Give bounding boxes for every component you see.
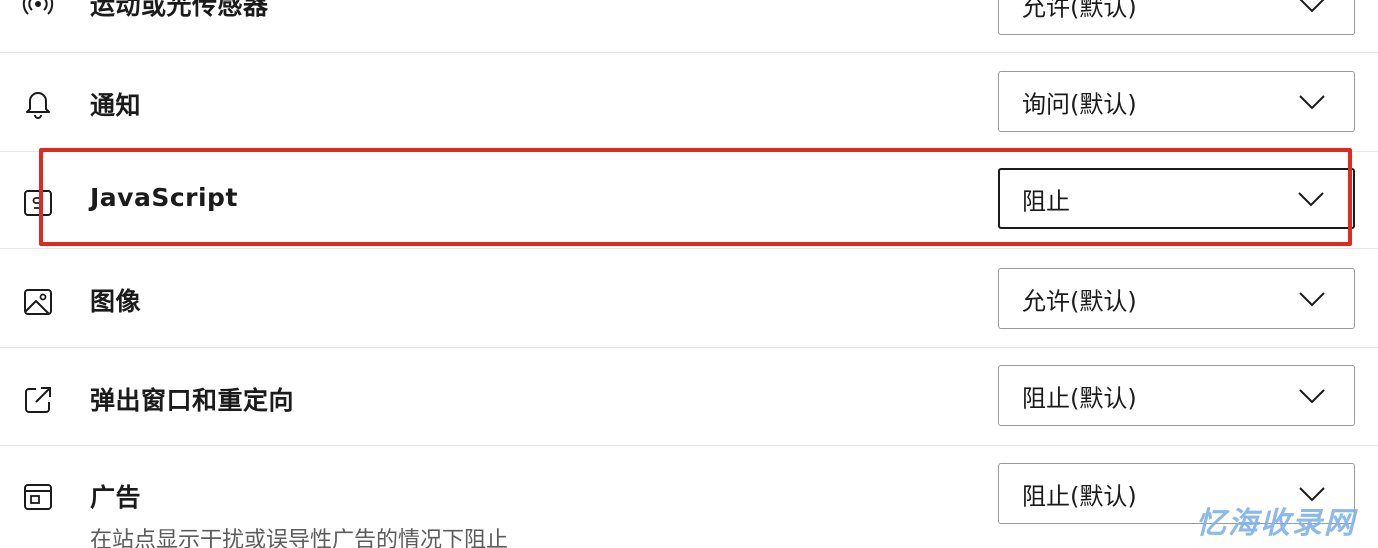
permission-select-images[interactable]: 允许(默认) [998,268,1355,329]
ads-icon [24,484,52,510]
image-icon [24,289,52,315]
permission-label: JavaScript [90,183,238,212]
select-value: 允许(默认) [1022,287,1137,315]
javascript-icon [24,190,52,216]
select-value: 允许(默认) [1022,0,1137,21]
permission-select-popups[interactable]: 阻止(默认) [998,365,1355,426]
permission-label: 广告 [90,483,142,512]
permission-row-javascript: JavaScript 阻止 [0,152,1378,248]
permission-select-javascript[interactable]: 阻止 [998,168,1355,229]
permission-description: 在站点显示干扰或误导性广告的情况下阻止 [90,528,509,548]
watermark-logo: 忆海收录网 [1196,506,1356,541]
permission-label: 图像 [90,287,142,316]
chevron-down-icon [1298,191,1324,206]
permission-label: 通知 [90,91,142,120]
bell-icon [26,92,50,119]
motion-sensor-icon [22,0,54,15]
permission-select-sensors[interactable]: 允许(默认) [998,0,1355,35]
permission-label: 运动或光传感器 [90,0,269,20]
select-value: 阻止 [1022,187,1070,215]
select-value: 阻止(默认) [1022,482,1137,510]
site-permissions-page: 运动或光传感器 允许(默认) 通知 询问(默认) JavaScript 阻止 图… [0,0,1378,548]
permission-row-sensors: 运动或光传感器 允许(默认) [0,0,1378,52]
chevron-down-icon [1299,291,1325,306]
chevron-down-icon [1299,94,1325,109]
select-value: 询问(默认) [1022,90,1137,118]
permission-select-notifications[interactable]: 询问(默认) [998,71,1355,132]
chevron-down-icon [1300,0,1324,12]
permission-row-ads: 广告 在站点显示干扰或误导性广告的情况下阻止 阻止(默认) [0,446,1378,548]
permission-label: 弹出窗口和重定向 [90,386,295,415]
permission-row-popups: 弹出窗口和重定向 阻止(默认) [0,348,1378,445]
permission-row-notifications: 通知 询问(默认) [0,53,1378,151]
popup-redirect-icon [25,387,51,413]
chevron-down-icon [1299,388,1325,403]
permission-row-images: 图像 允许(默认) [0,249,1378,347]
select-value: 阻止(默认) [1022,384,1137,412]
